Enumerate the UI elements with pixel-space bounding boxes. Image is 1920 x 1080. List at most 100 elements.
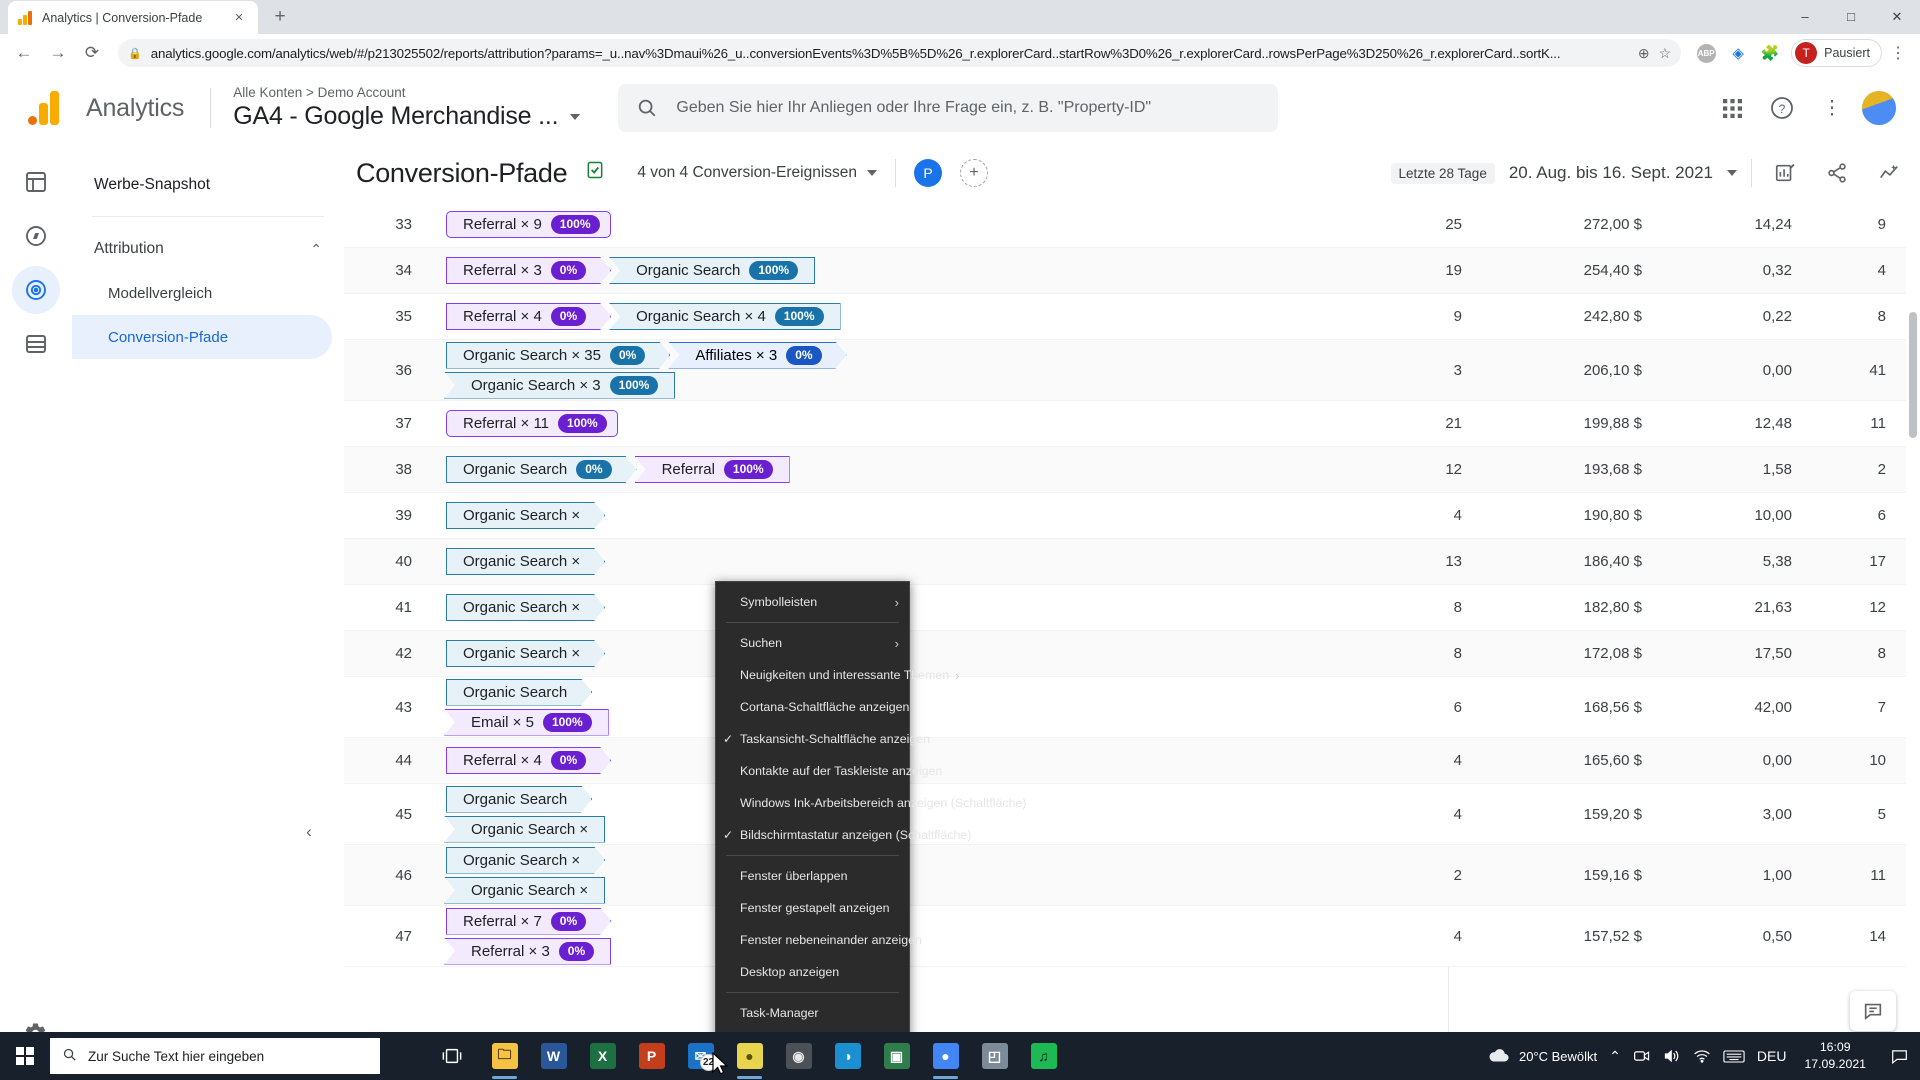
table-row[interactable]: 41 Organic Search × 8 182,80 $ 21,63 12	[344, 585, 1920, 631]
greenshot-icon[interactable]: ▣	[873, 1032, 920, 1080]
context-menu-item[interactable]: Fenster überlappen	[716, 860, 909, 892]
language-indicator[interactable]: DEU	[1757, 1048, 1787, 1064]
bookmark-star-icon[interactable]: ☆	[1659, 45, 1672, 62]
share-icon[interactable]	[1818, 154, 1856, 192]
chrome-menu-icon[interactable]: ⋮	[1884, 38, 1912, 68]
clock[interactable]: 16:09 17.09.2021	[1798, 1039, 1872, 1072]
insights-icon[interactable]	[1870, 154, 1908, 192]
sidebar-item-explore[interactable]	[12, 212, 60, 260]
table-row[interactable]: 37 Referral × 11 100% 21 199,88 $ 12,48 11	[344, 401, 1920, 447]
property-selector[interactable]: Alle Konten > Demo Account GA4 - Google …	[233, 85, 581, 131]
global-search-input[interactable]: Geben Sie hier Ihr Anliegen oder Ihre Fr…	[618, 84, 1279, 132]
help-icon[interactable]: ?	[1762, 88, 1802, 128]
context-menu-item[interactable]: ✓ Taskansicht-Schaltfläche anzeigen	[716, 723, 930, 755]
path-chip[interactable]: Referral × 3 0%	[446, 257, 611, 284]
context-menu-item[interactable]: Symbolleisten ›	[716, 586, 909, 618]
path-chip[interactable]: Organic Search ×	[446, 502, 605, 529]
path-chip[interactable]: Organic Search	[446, 679, 592, 706]
obs-icon[interactable]: ◉	[775, 1032, 822, 1080]
table-row[interactable]: 42 Organic Search × 8 172,08 $ 17,50 8	[344, 631, 1920, 677]
date-range-label[interactable]: 20. Aug. bis 16. Sept. 2021	[1509, 163, 1713, 183]
path-chip[interactable]: Referral × 11 100%	[446, 410, 618, 437]
context-menu-item[interactable]: Cortana-Schaltfläche anzeigen	[716, 691, 909, 723]
avatar[interactable]	[1862, 91, 1896, 125]
context-menu-item[interactable]: Windows Ink-Arbeitsbereich anzeigen (Sch…	[716, 787, 1027, 819]
zoom-icon[interactable]: ⊕	[1638, 45, 1650, 62]
more-options-icon[interactable]: ⋮	[1812, 88, 1852, 128]
puzzle-icon[interactable]: 🧩	[1755, 38, 1785, 68]
minimize-icon[interactable]: –	[1782, 0, 1828, 33]
context-menu-item[interactable]: ✓ Bildschirmtastatur anzeigen (Schaltfläc…	[716, 819, 971, 851]
powerpoint-icon[interactable]: P	[628, 1032, 675, 1080]
table-row[interactable]: 44 Referral × 4 0% 4 165,60 $ 0,00 10	[344, 738, 1920, 784]
conversion-events-selector[interactable]: 4 von 4 Conversion-Ereignissen	[637, 164, 878, 182]
reload-icon[interactable]: ⟳	[76, 37, 108, 69]
context-menu-item[interactable]: Suchen ›	[716, 627, 909, 659]
windows-logo-icon[interactable]	[0, 1032, 50, 1080]
path-chip[interactable]: Referral × 4 0%	[446, 747, 611, 774]
weather-widget[interactable]: 20°C Bewölkt	[1487, 1047, 1597, 1066]
forward-icon[interactable]: →	[42, 37, 74, 69]
path-chip[interactable]: Organic Search	[446, 786, 592, 813]
path-chip[interactable]: Referral × 3 0%	[444, 937, 612, 965]
excel-icon[interactable]: X	[579, 1032, 626, 1080]
table-row[interactable]: 40 Organic Search × 13 186,40 $ 5,38 17	[344, 539, 1920, 585]
edge-icon[interactable]: ◑	[824, 1032, 871, 1080]
close-window-icon[interactable]: ✕	[1874, 0, 1920, 33]
back-icon[interactable]: ←	[8, 37, 40, 69]
path-chip[interactable]: Organic Search ×	[446, 594, 605, 621]
context-menu-item[interactable]: Fenster gestapelt anzeigen	[716, 892, 909, 924]
path-chip[interactable]: Referral 100%	[634, 456, 790, 483]
sidebar-item-conversion-pfade[interactable]: Conversion-Pfade	[72, 315, 332, 359]
path-chip[interactable]: Organic Search ×	[446, 548, 605, 575]
maximize-icon[interactable]: □	[1828, 0, 1874, 33]
context-menu-item[interactable]: Task-Manager	[716, 997, 909, 1029]
chevron-down-icon[interactable]	[570, 113, 581, 120]
page-scrollbar[interactable]	[1906, 72, 1920, 1080]
sidebar-item-werbe-snapshot[interactable]: Werbe-Snapshot	[72, 162, 332, 208]
path-chip[interactable]: Organic Search ×	[444, 815, 606, 843]
path-chip[interactable]: Referral × 4 0%	[446, 303, 611, 330]
context-menu-item[interactable]: Fenster nebeneinander anzeigen	[716, 924, 922, 956]
edit-chart-icon[interactable]	[1766, 154, 1804, 192]
pocket-icon[interactable]: ◈	[1723, 38, 1753, 68]
adblock-icon[interactable]: ABP	[1691, 38, 1721, 68]
table-row[interactable]: 45 Organic Search Organic Search × 4 159,20 …	[344, 784, 1920, 845]
table-row[interactable]: 36 Organic Search × 35 0% Affiliates × 3 0% O…	[344, 340, 1920, 401]
sidebar-item-modellvergleich[interactable]: Modellvergleich	[72, 271, 332, 315]
path-chip[interactable]: Organic Search 100%	[609, 257, 816, 284]
sidebar-group-attribution[interactable]: Attribution ⌃	[72, 227, 344, 271]
context-menu-item[interactable]: Desktop anzeigen	[716, 956, 909, 988]
path-chip[interactable]: Organic Search ×	[444, 876, 606, 904]
meet-now-icon[interactable]	[1633, 1048, 1651, 1064]
comparison-badge[interactable]: P	[914, 159, 943, 187]
path-chip[interactable]: Organic Search × 35 0%	[446, 342, 670, 369]
file-explorer-icon[interactable]: 🗀	[481, 1032, 528, 1080]
path-chip[interactable]: Referral × 9 100%	[446, 211, 611, 238]
add-comparison-button[interactable]: +	[960, 159, 989, 187]
new-tab-button[interactable]: +	[266, 3, 294, 31]
taskbar-search-input[interactable]: Zur Suche Text hier eingeben	[50, 1038, 380, 1074]
path-chip[interactable]: Referral × 7 0%	[446, 908, 611, 935]
table-row[interactable]: 34 Referral × 3 0% Organic Search 100% 19 254,…	[344, 248, 1920, 294]
path-chip[interactable]: Organic Search ×	[446, 847, 605, 874]
wifi-icon[interactable]	[1693, 1048, 1711, 1064]
collapse-nav-icon[interactable]: ‹	[292, 815, 326, 849]
chrome-canary-icon[interactable]: ●	[726, 1032, 773, 1080]
apps-grid-icon[interactable]	[1712, 88, 1752, 128]
table-row[interactable]: 39 Organic Search × 4 190,80 $ 10,00 6	[344, 493, 1920, 539]
keyboard-icon[interactable]	[1723, 1049, 1745, 1064]
sidebar-item-advertising[interactable]	[11, 266, 60, 314]
volume-icon[interactable]	[1663, 1048, 1681, 1064]
context-menu-item[interactable]: Kontakte auf der Taskleiste anzeigen	[716, 755, 942, 787]
table-row[interactable]: 46 Organic Search × Organic Search × 2 159,1…	[344, 845, 1920, 906]
spotify-icon[interactable]: ♫	[1020, 1032, 1067, 1080]
taskbar-context-menu[interactable]: Symbolleisten › Suchen › Neuigkeiten und int…	[715, 581, 1027, 1080]
path-chip[interactable]: Organic Search 0%	[446, 456, 637, 483]
task-view-icon[interactable]	[428, 1032, 475, 1080]
conversion-paths-table[interactable]: 33 Referral × 9 100% 25 272,00 $14,24 9 34 Refe…	[344, 202, 1920, 1080]
table-row[interactable]: 38 Organic Search 0% Referral 100% 12 193,68 $…	[344, 447, 1920, 493]
address-bar[interactable]: 🔒 analytics.google.com/analytics/web/#/p…	[118, 39, 1682, 67]
table-row[interactable]: 35 Referral × 4 0% Organic Search × 4 100% 9 2…	[344, 294, 1920, 340]
path-chip[interactable]: Email × 5 100%	[444, 708, 609, 736]
